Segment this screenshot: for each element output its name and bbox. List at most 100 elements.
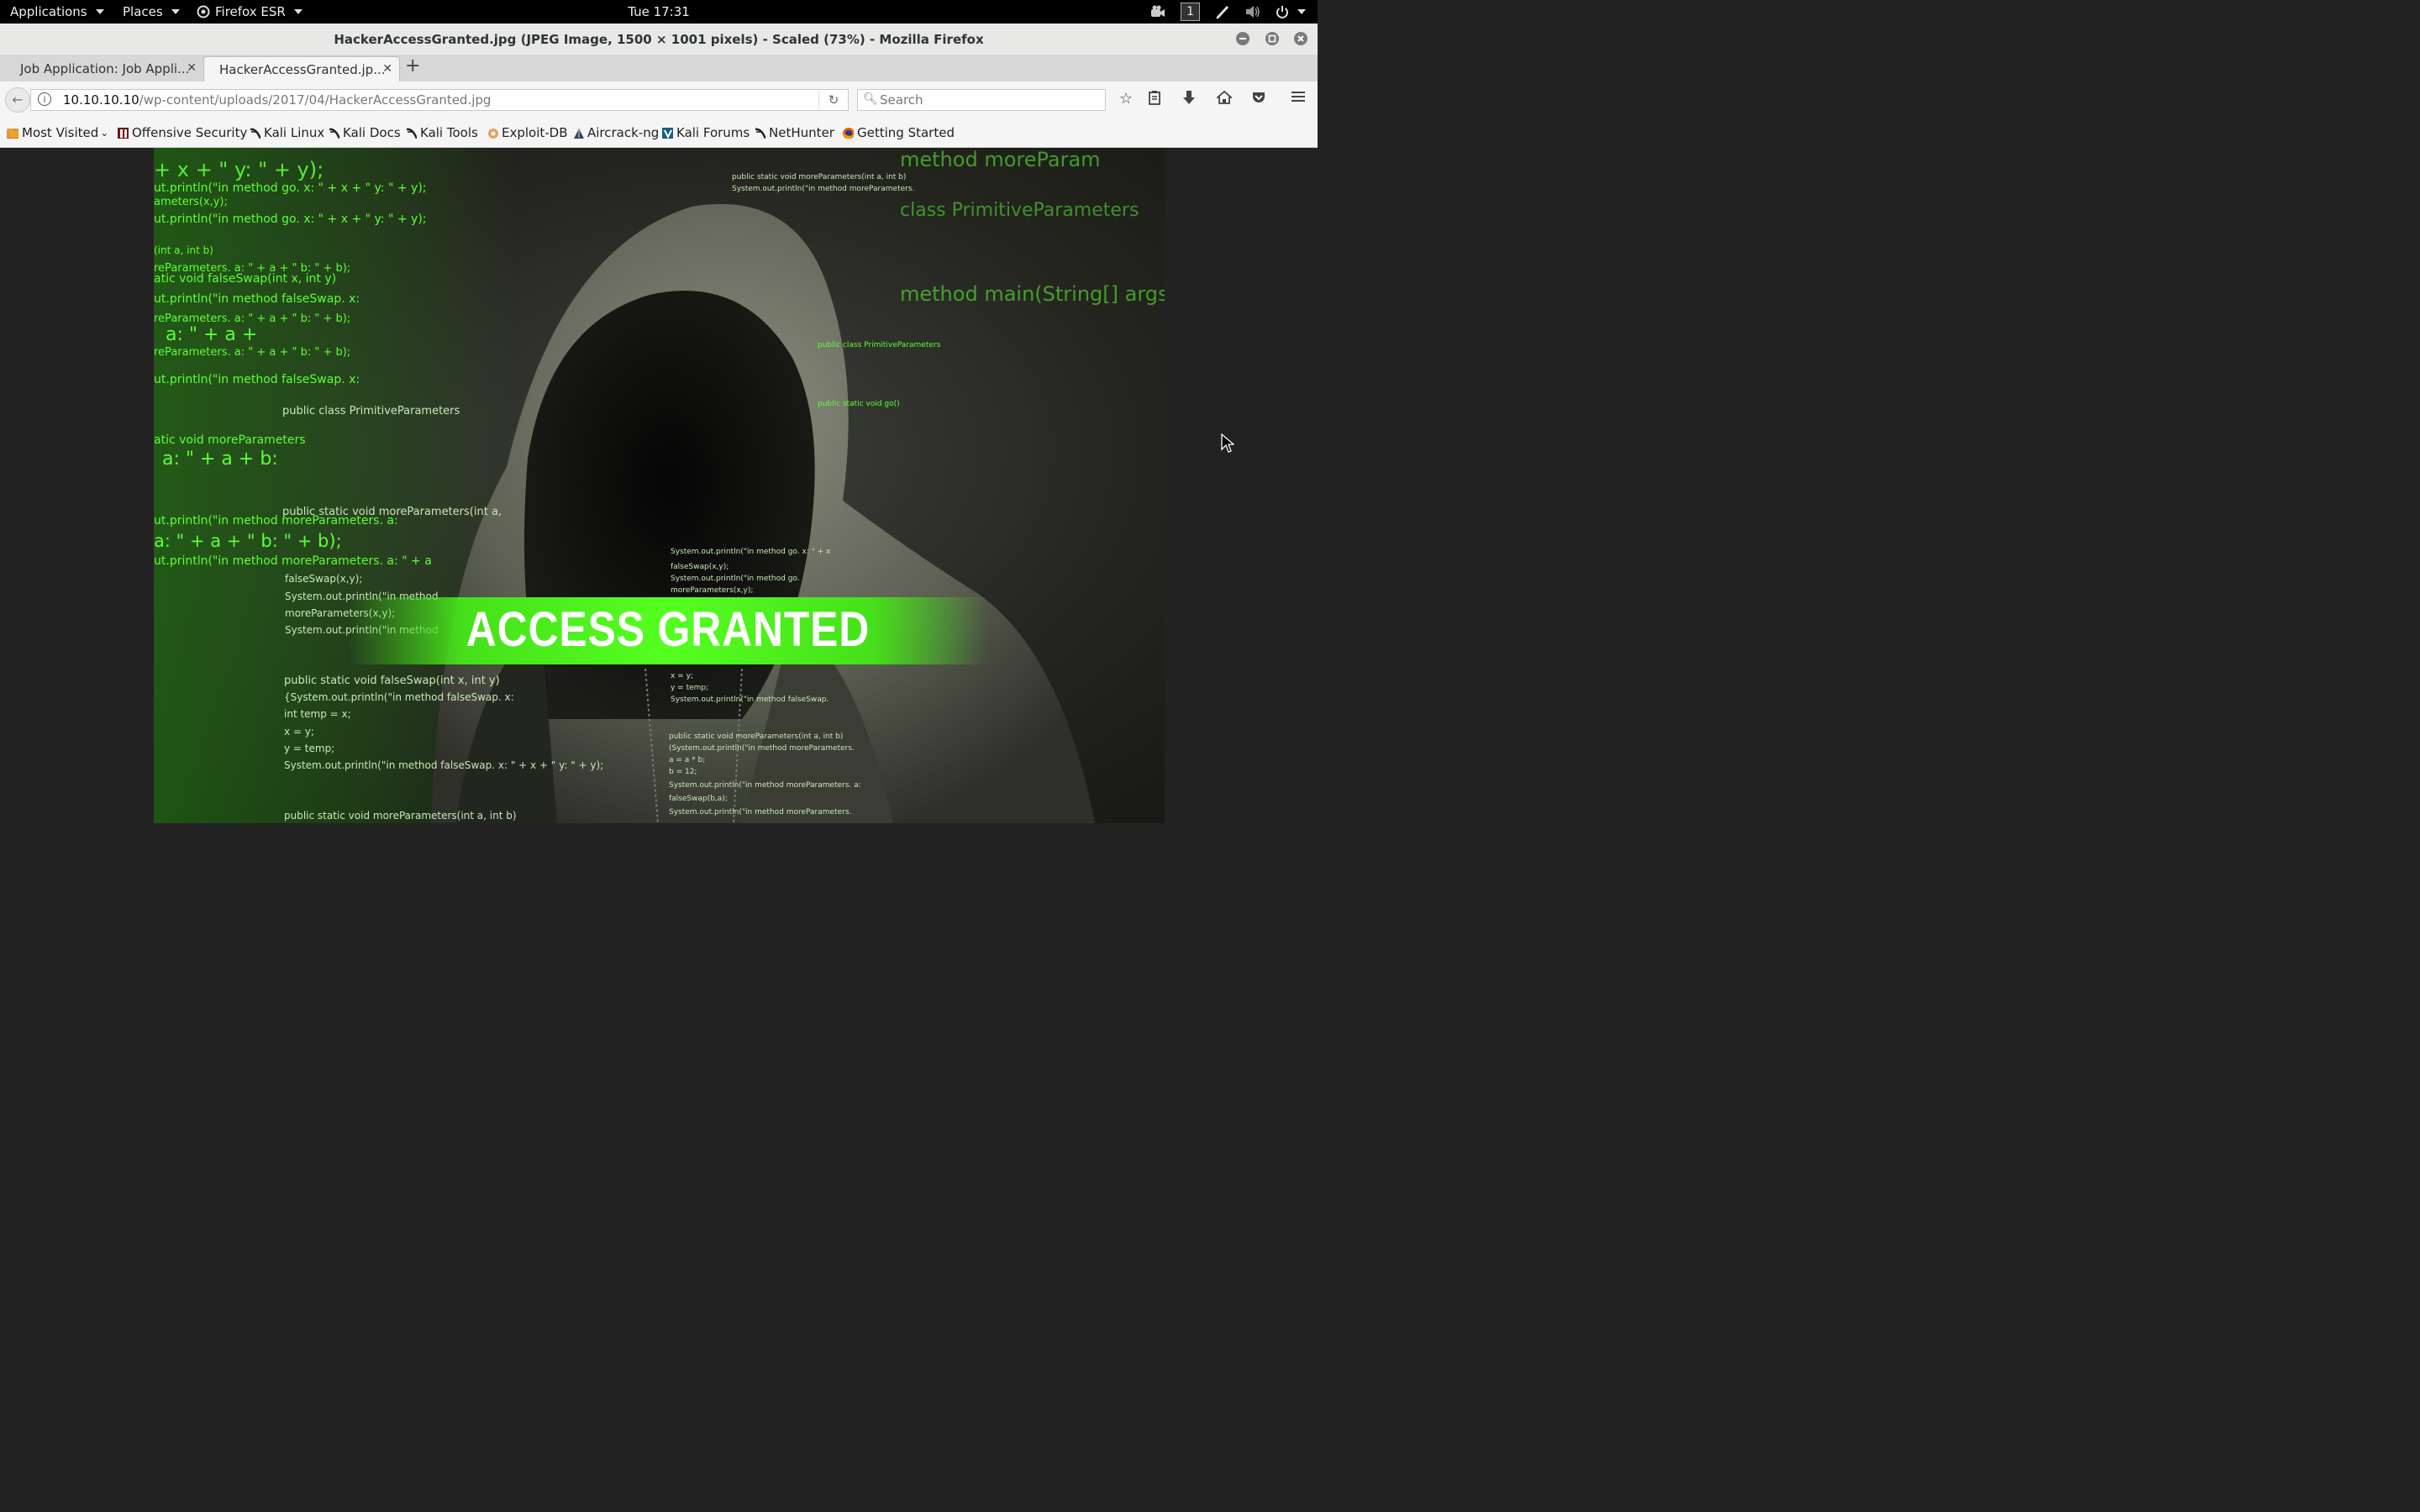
code-line: ut.println("in method moreParameters. a:…: [154, 554, 432, 568]
code-line: System.out.println("in method go.: [671, 575, 800, 583]
downloads-button[interactable]: [1180, 90, 1198, 109]
reload-button[interactable]: ↻: [818, 90, 848, 110]
new-tab-button[interactable]: +: [405, 55, 420, 76]
chevron-down-icon: [1297, 9, 1306, 14]
code-line: public static void go(): [818, 400, 900, 408]
reading-list-button[interactable]: [1145, 90, 1164, 109]
code-line: ut.println("in method falseSwap. x:: [154, 292, 360, 306]
code-line: x = y;: [671, 672, 693, 680]
hacker-access-granted-image[interactable]: + x + " y: " + y); ut.println("in method…: [154, 148, 1165, 823]
tab-job-application[interactable]: Job Application: Job Appli... ✕: [5, 56, 203, 81]
code-line: a: " + a +: [166, 324, 258, 345]
maximize-icon: [1268, 34, 1276, 43]
code-line: int temp = x;: [284, 708, 351, 720]
home-button[interactable]: [1215, 90, 1234, 109]
bookmark-getting-started[interactable]: Getting Started: [842, 125, 955, 140]
bookmark-label: Kali Tools: [420, 125, 478, 140]
code-line: class PrimitiveParameters: [900, 200, 1139, 221]
code-line: moreParameters(x,y);: [671, 586, 754, 595]
close-window-button[interactable]: [1294, 32, 1307, 45]
code-line: System.out.println("in method moreParame…: [732, 185, 915, 193]
code-line: method main(String[] args: [900, 282, 1165, 306]
bookmark-star-button[interactable]: ☆: [1117, 90, 1135, 108]
kali-dragon-icon: [329, 128, 339, 139]
bookmark-label: Aircrack-ng: [587, 125, 660, 140]
url-text: 10.10.10.10/wp-content/uploads/2017/04/H…: [63, 92, 491, 108]
kali-dragon-icon: [755, 128, 765, 139]
volume-icon[interactable]: [1245, 5, 1260, 18]
tab-hacker-image[interactable]: HackerAccessGranted.jp... ✕: [203, 56, 400, 81]
workspace-indicator[interactable]: 1: [1181, 3, 1200, 21]
navigation-toolbar: ← i 10.10.10.10/wp-content/uploads/2017/…: [0, 81, 1318, 118]
code-line: a = a * b;: [669, 756, 706, 764]
bookmark-label: Kali Forums: [676, 125, 750, 140]
url-bar[interactable]: i 10.10.10.10/wp-content/uploads/2017/04…: [30, 89, 849, 111]
gnome-top-bar: Applications Places Firefox ESR Tue 17:3…: [0, 0, 1318, 24]
code-line: public class PrimitiveParameters: [818, 341, 941, 349]
code-line: x = y;: [284, 726, 314, 738]
mouse-cursor-icon: [1221, 433, 1234, 453]
code-line: falseSwap(b,a);: [669, 795, 728, 803]
pocket-icon: [1253, 92, 1265, 102]
home-icon: [1215, 90, 1234, 104]
code-line: ut.println("in method go. x: " + x + " y…: [154, 181, 427, 195]
back-button[interactable]: ←: [5, 87, 30, 113]
code-line: public static void moreParameters(int a,…: [669, 732, 844, 741]
kali-dragon-icon: [406, 128, 417, 139]
code-line: ut.println("in method falseSwap. x:: [154, 373, 360, 386]
folder-icon: [7, 129, 18, 139]
pen-tool-icon[interactable]: [1215, 4, 1230, 19]
maximize-button[interactable]: [1265, 32, 1279, 45]
bookmark-kali-tools[interactable]: Kali Tools: [405, 125, 478, 140]
bookmark-offensive-security[interactable]: Offensive Security: [117, 125, 247, 140]
minimize-button[interactable]: [1236, 32, 1249, 45]
code-line: (int a, int b): [154, 244, 213, 256]
plus-icon: +: [405, 55, 421, 76]
code-line: public static void moreParameters(int a,…: [732, 173, 907, 181]
bookmark-most-visited[interactable]: Most Visited ⌄: [7, 125, 108, 140]
bookmark-kali-forums[interactable]: Kali Forums: [661, 125, 750, 140]
bookmark-kali-linux[interactable]: Kali Linux: [249, 125, 324, 140]
code-line: y = temp;: [284, 743, 335, 754]
search-bar[interactable]: 🔍︎ Search: [857, 89, 1106, 111]
code-line: (System.out.println("in method moreParam…: [669, 744, 855, 753]
open-menu-button[interactable]: [1289, 90, 1307, 108]
bookmark-label: Offensive Security: [132, 125, 248, 140]
code-line: b = 12;: [669, 768, 697, 776]
code-line: ameters(x,y);: [154, 196, 228, 208]
code-line: falseSwap(x,y);: [285, 573, 363, 585]
code-line: atic void moreParameters: [154, 433, 306, 447]
star-icon: ☆: [1118, 90, 1134, 108]
close-tab-icon[interactable]: ✕: [382, 62, 392, 76]
clipboard-icon: [1149, 91, 1160, 105]
firefox-icon: [843, 128, 854, 139]
kali-forums-icon: [662, 128, 673, 139]
system-tray: 1: [1150, 3, 1306, 21]
code-line: System.out.println("in method falseSwap.…: [284, 759, 604, 771]
window-titlebar[interactable]: HackerAccessGranted.jpg (JPEG Image, 150…: [0, 24, 1318, 55]
back-arrow-icon: ←: [12, 92, 24, 108]
clock[interactable]: Tue 17:31: [0, 4, 1318, 19]
code-line: System.out.println("in method go. x: " +…: [671, 548, 831, 556]
tab-label: Job Application: Job Appli...: [20, 61, 190, 76]
bookmark-aircrack-ng[interactable]: Aircrack-ng: [572, 125, 659, 140]
code-line: public static void moreParameters(int a,…: [284, 810, 517, 822]
code-line: method moreParam: [900, 148, 1101, 171]
power-menu[interactable]: [1276, 5, 1306, 18]
bookmark-exploit-db[interactable]: Exploit-DB: [487, 125, 568, 140]
code-line: y = temp;: [671, 684, 709, 692]
code-line: reParameters. a: " + a + " b: " + b);: [154, 346, 351, 359]
reload-icon: ↻: [828, 92, 839, 108]
bookmark-nethunter[interactable]: NetHunter: [754, 125, 834, 140]
minimize-icon: [1239, 38, 1246, 39]
camera-icon[interactable]: [1150, 5, 1165, 18]
code-line: System.out.println("in method moreParame…: [669, 808, 852, 816]
pocket-button[interactable]: [1249, 90, 1268, 109]
close-tab-icon[interactable]: ✕: [187, 61, 197, 75]
site-info-icon[interactable]: i: [38, 92, 51, 106]
search-icon: 🔍︎: [863, 92, 878, 106]
url-path: /wp-content/uploads/2017/04/HackerAccess…: [139, 92, 492, 108]
search-placeholder: Search: [880, 92, 923, 108]
chevron-down-icon: ⌄: [100, 127, 109, 139]
bookmark-kali-docs[interactable]: Kali Docs: [328, 125, 401, 140]
